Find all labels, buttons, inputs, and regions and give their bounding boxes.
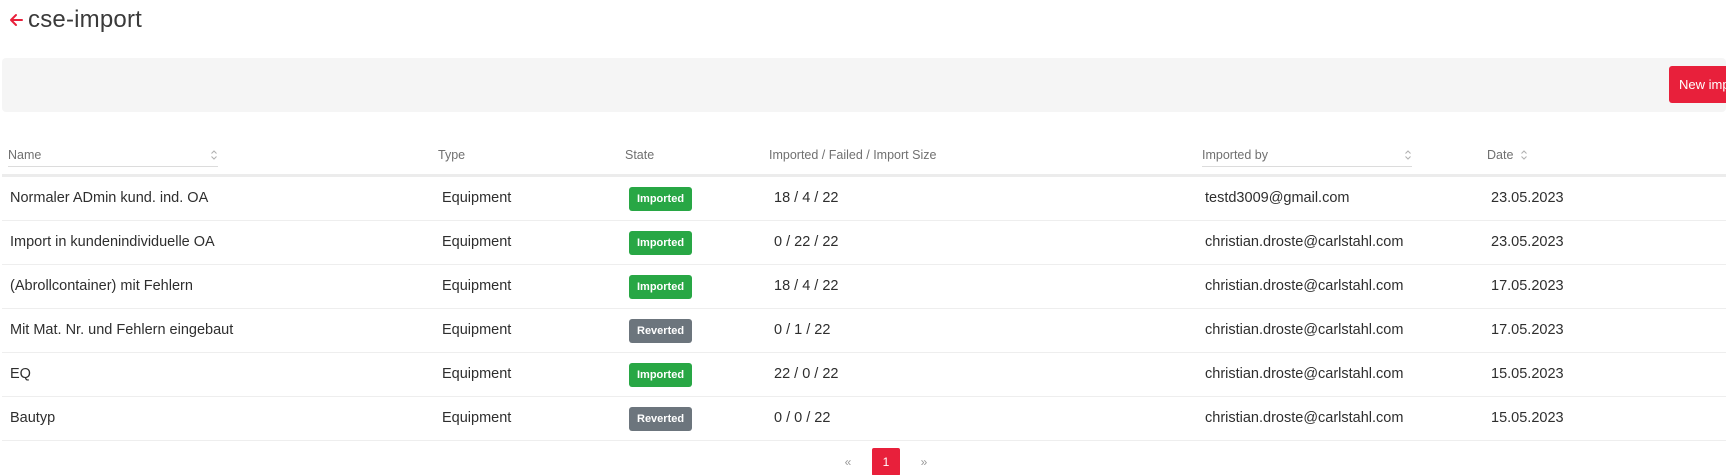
cell-type: Equipment <box>442 278 512 294</box>
table-row[interactable]: (Abrollcontainer) mit Fehlern Equipment … <box>2 265 1726 309</box>
status-badge: Imported <box>629 275 693 299</box>
cell-counts: 18 / 4 / 22 <box>774 278 839 294</box>
column-header-state: State <box>625 148 655 162</box>
cell-imported-by: christian.droste@carlstahl.com <box>1205 366 1404 382</box>
arrow-left-icon[interactable] <box>8 12 24 28</box>
table-row[interactable]: Mit Mat. Nr. und Fehlern eingebaut Equip… <box>2 309 1726 353</box>
cell-counts: 18 / 4 / 22 <box>774 190 839 206</box>
pagination-page-1[interactable]: 1 <box>872 448 900 475</box>
cell-date: 23.05.2023 <box>1491 234 1564 250</box>
cell-counts: 0 / 0 / 22 <box>774 410 831 426</box>
cell-date: 15.05.2023 <box>1491 366 1564 382</box>
table-row[interactable]: Import in kundenindividuelle OA Equipmen… <box>2 221 1726 265</box>
status-badge: Imported <box>629 231 693 255</box>
cell-counts: 0 / 22 / 22 <box>774 234 839 250</box>
cell-name: Import in kundenindividuelle OA <box>10 234 215 250</box>
status-badge: Reverted <box>629 407 693 431</box>
toolbar: New import <box>2 58 1726 112</box>
page: cse-import New import Name Type State Im… <box>0 0 1726 475</box>
table-row[interactable]: Bautyp Equipment Reverted 0 / 0 / 22 chr… <box>2 397 1726 441</box>
cell-type: Equipment <box>442 190 512 206</box>
sort-icon[interactable] <box>1404 149 1412 161</box>
cell-type: Equipment <box>442 366 512 382</box>
sort-icon[interactable] <box>210 149 218 161</box>
cell-imported-by: christian.droste@carlstahl.com <box>1205 234 1404 250</box>
cell-type: Equipment <box>442 322 512 338</box>
table-row[interactable]: EQ Equipment Imported 22 / 0 / 22 christ… <box>2 353 1726 397</box>
page-header: cse-import <box>8 4 142 36</box>
table-header: Name Type State Imported / Failed / Impo… <box>2 140 1726 177</box>
cell-counts: 0 / 1 / 22 <box>774 322 831 338</box>
pagination-next-button[interactable]: » <box>912 455 936 469</box>
column-header-name[interactable]: Name <box>8 148 41 162</box>
pagination: « 1 » <box>836 448 936 475</box>
sort-icon[interactable] <box>1520 149 1528 161</box>
column-header-date[interactable]: Date <box>1487 148 1513 162</box>
cell-name: Mit Mat. Nr. und Fehlern eingebaut <box>10 322 234 338</box>
status-badge: Reverted <box>629 319 693 343</box>
cell-type: Equipment <box>442 410 512 426</box>
table-body: Normaler ADmin kund. ind. OA Equipment I… <box>2 177 1726 441</box>
cell-name: EQ <box>10 366 31 382</box>
column-header-imported-by[interactable]: Imported by <box>1202 148 1268 162</box>
cell-name: Normaler ADmin kund. ind. OA <box>10 190 209 206</box>
cell-imported-by: christian.droste@carlstahl.com <box>1205 322 1404 338</box>
new-import-button[interactable]: New import <box>1669 66 1726 103</box>
column-header-counts: Imported / Failed / Import Size <box>769 148 937 162</box>
cell-name: (Abrollcontainer) mit Fehlern <box>10 278 193 294</box>
cell-date: 23.05.2023 <box>1491 190 1564 206</box>
pagination-prev-button[interactable]: « <box>836 455 860 469</box>
cell-date: 17.05.2023 <box>1491 322 1564 338</box>
cell-type: Equipment <box>442 234 512 250</box>
status-badge: Imported <box>629 363 693 387</box>
cell-counts: 22 / 0 / 22 <box>774 366 839 382</box>
column-header-type: Type <box>438 148 466 162</box>
cell-imported-by: testd3009@gmail.com <box>1205 190 1350 206</box>
cell-name: Bautyp <box>10 410 56 426</box>
status-badge: Imported <box>629 187 693 211</box>
header-divider <box>1202 166 1412 167</box>
cell-imported-by: christian.droste@carlstahl.com <box>1205 278 1404 294</box>
imports-table: Name Type State Imported / Failed / Impo… <box>2 140 1726 441</box>
page-title: cse-import <box>28 6 143 33</box>
cell-date: 15.05.2023 <box>1491 410 1564 426</box>
cell-date: 17.05.2023 <box>1491 278 1564 294</box>
cell-imported-by: christian.droste@carlstahl.com <box>1205 410 1404 426</box>
header-divider <box>8 166 218 167</box>
table-row[interactable]: Normaler ADmin kund. ind. OA Equipment I… <box>2 177 1726 221</box>
